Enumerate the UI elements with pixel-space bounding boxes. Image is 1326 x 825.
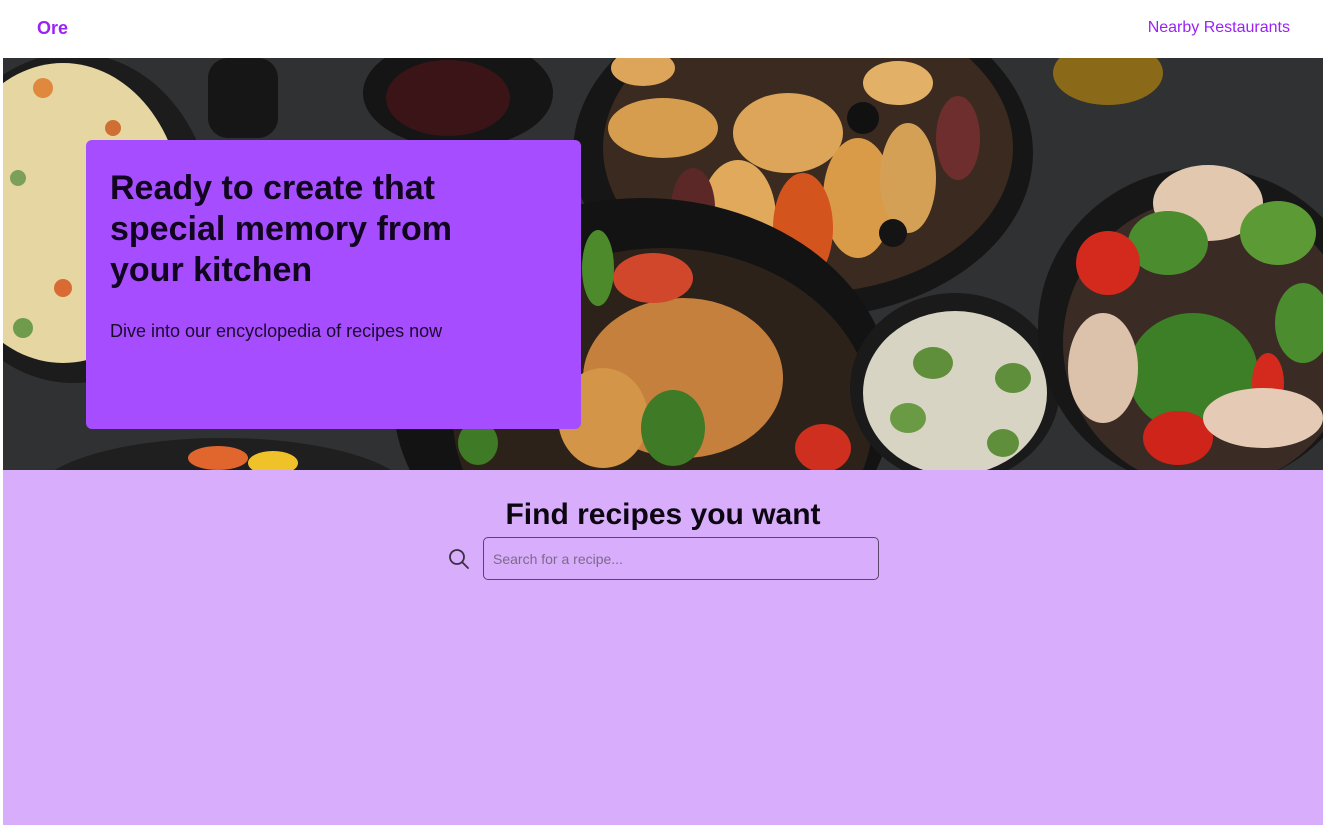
recipe-search-input[interactable] (483, 537, 879, 580)
hero-title: Ready to create that special memory from… (110, 169, 453, 289)
hero-banner: Ready to create that special memory from… (3, 58, 1323, 470)
search-icon (449, 549, 469, 569)
brand-logo-link[interactable]: Ore (37, 18, 68, 39)
hero-card: Ready to create that special memory from… (86, 140, 581, 429)
hero-subtitle: Dive into our encyclopedia of recipes no… (110, 321, 443, 341)
search-section: Find recipes you want (3, 470, 1323, 825)
search-heading: Find recipes you want (505, 498, 821, 531)
nearby-restaurants-link[interactable]: Nearby Restaurants (1148, 19, 1290, 37)
navbar: Ore Nearby Restaurants (0, 0, 1326, 58)
